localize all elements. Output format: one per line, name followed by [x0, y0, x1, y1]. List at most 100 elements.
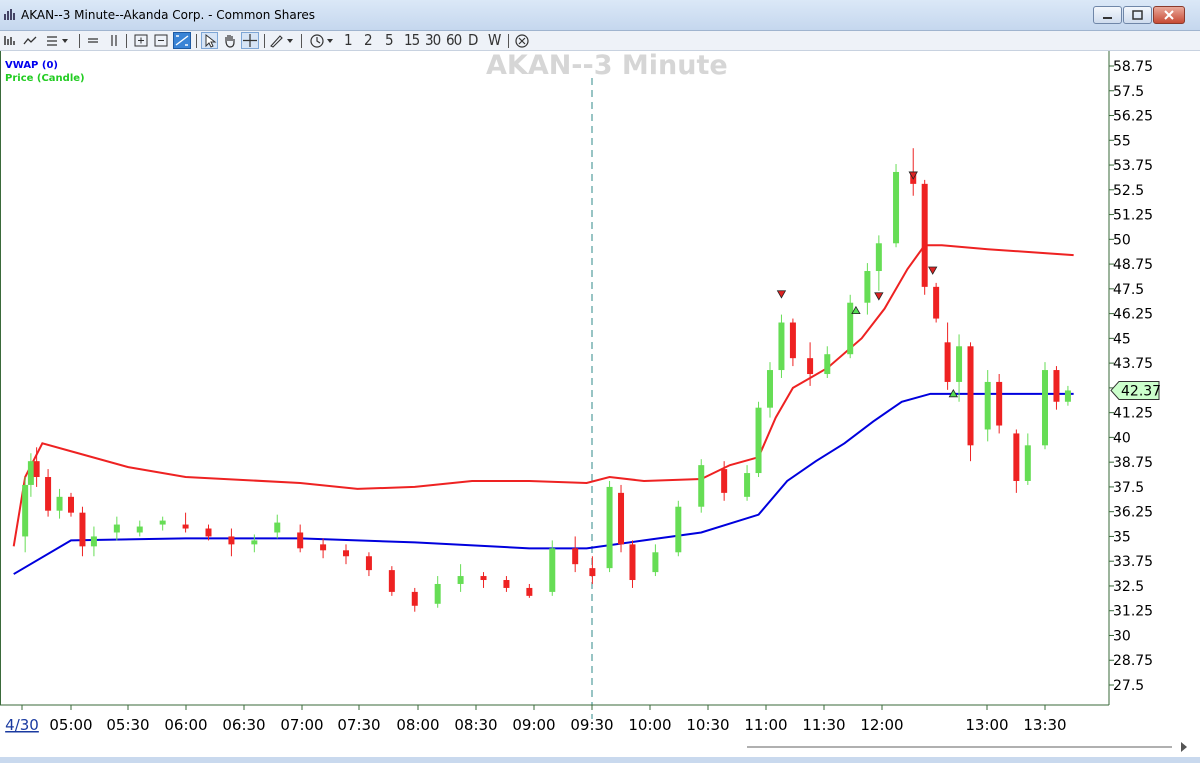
candle-body [45, 477, 52, 511]
vwap-legend-label: VWAP (0) [5, 60, 58, 71]
candle-body [90, 536, 97, 547]
time-tick-label: 11:30 [802, 716, 845, 734]
candle [755, 401, 762, 478]
interval-dropdown-icon[interactable] [308, 32, 336, 49]
candle-body [847, 302, 854, 355]
candle [893, 164, 900, 248]
price-tick-label: 47.5 [1113, 282, 1144, 298]
timeframe-60[interactable]: 60 [446, 32, 462, 49]
timeframe-30[interactable]: 30 [425, 32, 441, 49]
price-tick-label: 58.75 [1113, 59, 1153, 75]
candle-body [721, 469, 728, 493]
candle [56, 488, 63, 519]
candle-body [159, 520, 166, 525]
chart-watermark: AKAN--3 Minute [486, 50, 728, 81]
time-tick-label: 13:00 [965, 716, 1008, 734]
candle-body [824, 354, 831, 375]
pointer-tool-button[interactable] [201, 32, 218, 49]
price-tick-label: 51.25 [1113, 208, 1153, 224]
candle-body [921, 183, 928, 287]
price-tick-label: 41.25 [1113, 406, 1153, 422]
price-tick-label: 52.5 [1113, 183, 1144, 199]
candle [606, 480, 613, 573]
candle-body [778, 322, 785, 371]
chart-app-icon [4, 9, 15, 20]
candle [572, 536, 579, 573]
crosshair-tool-button[interactable] [241, 32, 259, 49]
toolbar-separator [126, 34, 127, 48]
crosshair-icon [243, 34, 257, 47]
fit-chart-button[interactable] [173, 32, 191, 49]
candle-body [182, 524, 189, 529]
cancel-circle-icon[interactable] [513, 32, 531, 49]
timeframe-daily[interactable]: D [468, 32, 478, 49]
candle-body [549, 548, 556, 592]
price-tick-label: 50 [1113, 232, 1131, 248]
window-titlebar: AKAN--3 Minute--Akanda Corp. - Common Sh… [0, 0, 1200, 31]
candle-body [1013, 433, 1020, 481]
candle [778, 314, 785, 378]
price-tick-label: 56.25 [1113, 109, 1153, 125]
time-tick-label: 06:30 [222, 716, 265, 734]
fit-chart-icon [175, 35, 189, 46]
line-style-icon[interactable] [22, 32, 38, 49]
candle [297, 524, 304, 553]
timeframe-1[interactable]: 1 [344, 32, 353, 49]
candle [1024, 433, 1031, 485]
candle [365, 552, 372, 577]
draw-tool-dropdown-icon[interactable] [268, 32, 296, 49]
time-tick-label: 08:30 [454, 716, 497, 734]
time-tick-label: 05:30 [106, 716, 149, 734]
candle-body [589, 568, 596, 577]
toolbar-separator [79, 34, 80, 48]
minimize-button[interactable] [1093, 6, 1122, 24]
last-price-label: 42.37 [1121, 383, 1161, 399]
studies-dropdown-icon[interactable] [45, 32, 71, 49]
timeframe-15[interactable]: 15 [404, 32, 420, 49]
candle [549, 540, 556, 596]
candle-body [864, 271, 871, 303]
candle-body [698, 465, 705, 507]
candle-body [79, 512, 86, 547]
zoom-out-icon[interactable] [153, 32, 169, 49]
candle-body [68, 496, 74, 513]
candle-body [807, 358, 814, 375]
candle [388, 566, 395, 596]
scroll-right-arrow-icon[interactable] [1181, 742, 1187, 752]
scroll-track[interactable] [747, 746, 1172, 748]
hand-pan-icon[interactable] [222, 32, 238, 49]
zoom-in-icon[interactable] [133, 32, 149, 49]
candle [68, 492, 74, 517]
candle [1013, 429, 1020, 493]
price-tick-label: 30 [1113, 628, 1131, 644]
candle-body [875, 243, 882, 272]
price-tick-label: 27.5 [1113, 678, 1144, 694]
close-button[interactable] [1153, 6, 1185, 24]
chart-type-icon[interactable] [3, 32, 19, 49]
candle-body [251, 540, 258, 545]
candle-body [480, 576, 487, 581]
timeframe-weekly[interactable]: W [488, 32, 501, 49]
candle-body [22, 484, 29, 537]
candle-body [675, 506, 682, 553]
candle-body [526, 587, 533, 596]
timeframe-5[interactable]: 5 [385, 32, 394, 49]
maximize-button[interactable] [1123, 6, 1152, 24]
time-tick-label: 13:30 [1023, 716, 1066, 734]
candle-body [33, 461, 40, 478]
time-tick-label: 06:00 [164, 716, 207, 734]
minimize-icon [1103, 17, 1112, 19]
candle-body [228, 536, 235, 545]
price-chart[interactable]: 58.75 57.5 56.25 55 53.75 52.5 51.25 50 48.75 47.… [0, 51, 1200, 737]
vertical-line-icon[interactable] [107, 32, 121, 49]
chart-toolbar: 1 2 5 15 30 60 D W [0, 31, 1200, 51]
arrow-pointer-icon [205, 33, 217, 48]
candle-body [744, 473, 751, 497]
candle [847, 294, 854, 359]
candle-body [1053, 370, 1060, 402]
horizontal-line-icon[interactable] [86, 32, 100, 49]
candle [864, 263, 871, 315]
price-tick-label: 46.25 [1113, 307, 1153, 323]
time-tick-label: 12:00 [860, 716, 903, 734]
timeframe-2[interactable]: 2 [364, 32, 373, 49]
